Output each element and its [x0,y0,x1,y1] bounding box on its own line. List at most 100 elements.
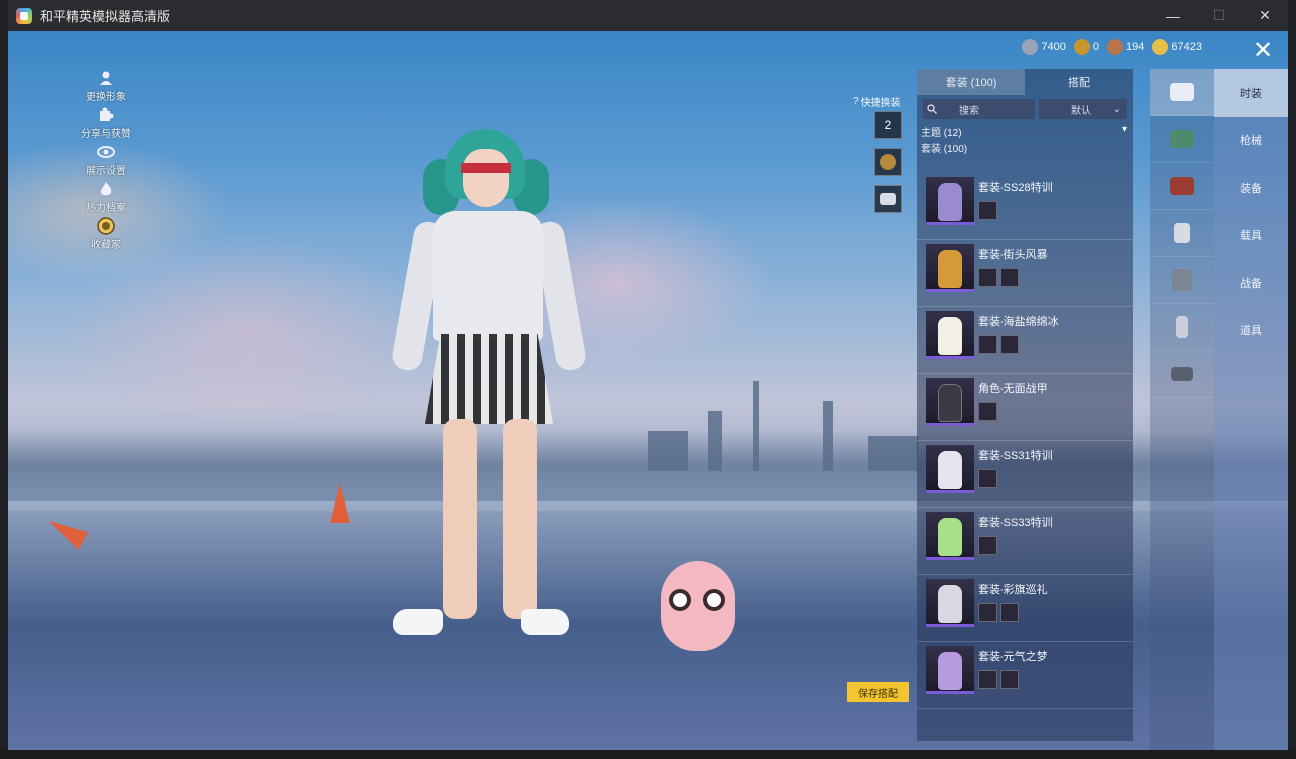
close-window-button[interactable]: ✕ [1242,0,1288,31]
puzzle-icon [97,106,115,124]
outfit-icon [1170,83,1194,101]
armor-icon [1172,269,1192,291]
outfit-thumbnail [926,177,974,225]
desktop-left-edge [0,0,8,759]
hanger-icon: 2 [884,118,892,132]
pet-companion[interactable] [653,541,743,661]
sub-item-thumbnail[interactable] [978,268,997,287]
menu-heat-profile[interactable]: 热力档案 [66,180,146,217]
search-icon [927,104,937,114]
category-parachute[interactable] [1150,351,1214,398]
sort-dropdown[interactable]: 默认 ⌄ [1039,99,1127,119]
sub-item-thumbnail[interactable] [978,603,997,622]
list-item[interactable]: 套装-SS33特训 [917,508,1133,575]
tab-combinations[interactable]: 搭配 [1025,69,1133,95]
sub-item-thumbnail[interactable] [978,469,997,488]
window-titlebar: 和平精英模拟器高清版 — ☐ ✕ [8,0,1288,31]
quick-swap-label[interactable]: ? 快捷换装 [853,94,901,109]
game-viewport: 更换形象 分享与获赞 展示设置 热力档案 收藏家 7400 0 194 6742… [8,31,1288,750]
sub-item-thumbnail[interactable] [978,201,997,220]
category-gun[interactable] [1150,116,1214,163]
sub-item-thumbnail[interactable] [978,335,997,354]
currency-gold-token[interactable]: 0 [1073,39,1099,55]
outfit-thumbnail [926,311,974,359]
category-text-column: 时装 枪械 装备 载具 战备 道具 [1214,69,1288,750]
category-tab-fashion[interactable]: 时装 [1214,69,1288,117]
window-controls: — ☐ ✕ [1150,0,1288,31]
close-icon[interactable]: ✕ [1250,39,1276,65]
category-figure[interactable] [1150,304,1214,351]
eye-icon [97,143,115,161]
category-helmet[interactable] [1150,163,1214,210]
sub-item-thumbnail[interactable] [1000,335,1019,354]
menu-share[interactable]: 分享与获赞 [66,106,146,143]
outfit-thumbnail [926,579,974,627]
list-item[interactable]: 套装-SS31特训 [917,441,1133,508]
category-tab-vehicles[interactable]: 载具 [1214,212,1288,260]
sub-item-thumbnail[interactable] [1000,603,1019,622]
list-item[interactable]: 角色-无面战甲 [917,374,1133,441]
search-input[interactable]: 搜索 [923,99,1035,119]
quick-swap-emblem-slot[interactable] [874,185,902,213]
left-menu: 更换形象 分享与获赞 展示设置 热力档案 收藏家 [66,69,146,254]
sub-item-thumbnail[interactable] [978,670,997,689]
group-header: 套装 (100) [921,144,968,155]
window-title: 和平精英模拟器高清版 [40,9,171,24]
outfit-list: 套装-SS28特训 套装-街头风暴 套装-海盐绵绵冰 角色-无面战甲 套装-SS [917,173,1133,709]
list-item[interactable]: 套装-彩旗巡礼 [917,575,1133,642]
save-outfit-button[interactable]: 保存搭配 [847,682,909,702]
tab-outfits[interactable]: 套装 (100) [917,69,1025,95]
theme-filter[interactable]: 主题 (12) ▾ [917,121,1133,139]
quick-swap-slot-2[interactable]: 2 [874,111,902,139]
bronze-token-icon [1107,39,1124,55]
desktop-bottom-edge [0,750,1296,759]
quick-swap-badge-slot[interactable] [874,148,902,176]
list-item[interactable]: 套装-海盐绵绵冰 [917,307,1133,374]
currency-gold-coin[interactable]: 67423 [1152,39,1202,55]
category-tab-items[interactable]: 道具 [1214,307,1288,355]
search-row: 搜索 默认 ⌄ [917,95,1133,121]
helmet-icon [1170,177,1194,195]
menu-collector[interactable]: 收藏家 [66,217,146,254]
silver-coin-icon [1022,39,1039,55]
figure-icon [1176,316,1188,338]
outfit-panel: 套装 (100) 搭配 搜索 默认 ⌄ 主题 (12) ▾ 套装 (100) 套… [917,69,1133,741]
gun-icon [1170,130,1194,148]
outfit-thumbnail [926,244,974,292]
category-armor[interactable] [1150,257,1214,304]
gold-coin-icon [1152,39,1169,55]
outfit-thumbnail [926,445,974,493]
app-logo-icon [16,7,32,24]
sub-item-thumbnail[interactable] [978,536,997,555]
mask-icon [1174,223,1190,243]
currency-bar: 7400 0 194 67423 [1022,39,1202,55]
category-tab-battle-prep[interactable]: 战备 [1214,259,1288,307]
sub-item-thumbnail[interactable] [1000,670,1019,689]
desktop-right-edge [1287,0,1296,759]
menu-change-appearance[interactable]: 更换形象 [66,69,146,106]
caret-down-icon: ▾ [1121,124,1127,135]
gold-token-icon [1073,39,1090,55]
list-item[interactable]: 套装-街头风暴 [917,240,1133,307]
sub-item-thumbnail[interactable] [978,402,997,421]
category-tab-guns[interactable]: 枪械 [1214,117,1288,165]
sub-item-thumbnail[interactable] [1000,268,1019,287]
player-character[interactable] [383,129,603,659]
parachute-icon [1171,367,1193,381]
outfit-thumbnail [926,512,974,560]
maximize-button[interactable]: ☐ [1196,0,1242,31]
help-circle-icon: ? [853,96,859,107]
list-item[interactable]: 套装-SS28特训 [917,173,1133,240]
category-outfit[interactable] [1150,69,1214,116]
currency-bronze-token[interactable]: 194 [1107,39,1144,55]
minimize-button[interactable]: — [1150,0,1196,31]
outfit-thumbnail [926,378,974,426]
list-item[interactable]: 套装-元气之梦 [917,642,1133,709]
menu-display-settings[interactable]: 展示设置 [66,143,146,180]
outfit-thumbnail [926,646,974,694]
currency-silver[interactable]: 7400 [1022,39,1066,55]
category-mask[interactable] [1150,210,1214,257]
category-icon-column [1150,69,1214,750]
flame-icon [97,180,115,198]
category-tab-equipment[interactable]: 装备 [1214,164,1288,212]
